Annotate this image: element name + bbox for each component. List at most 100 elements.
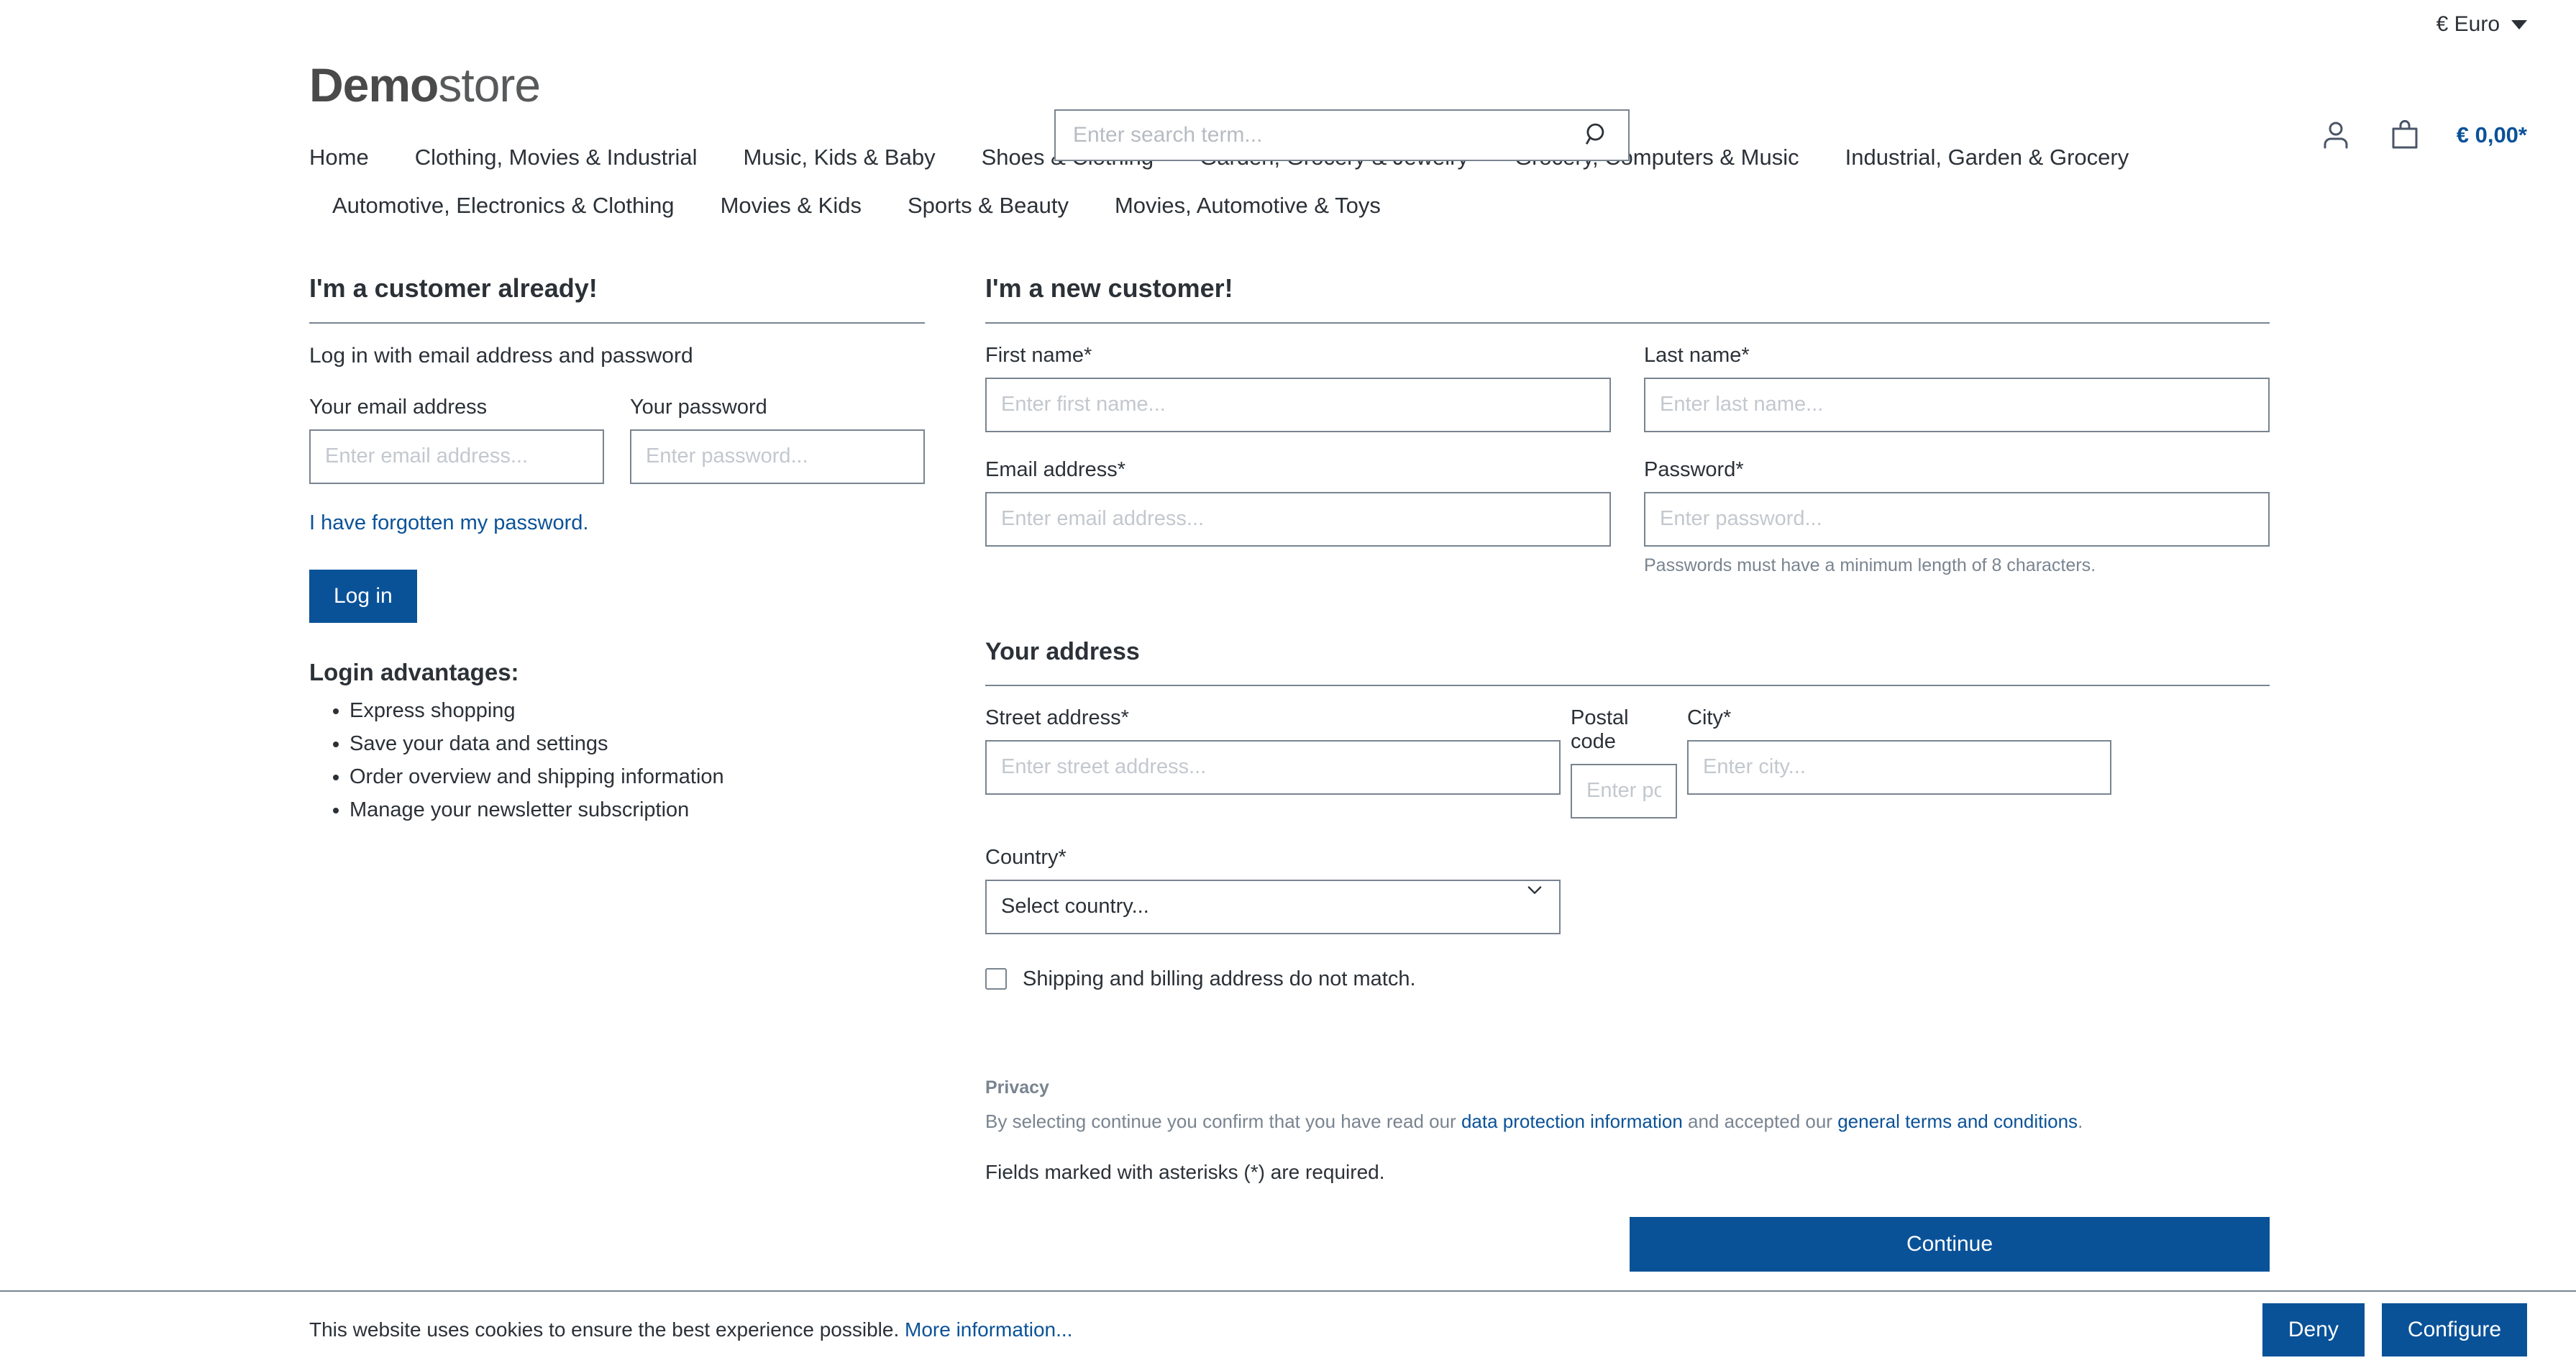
login-password-label: Your password [630, 395, 767, 419]
login-email-label: Your email address [309, 395, 488, 419]
country-group: Country* Select country... [985, 846, 1561, 934]
list-item: Save your data and settings [350, 732, 925, 756]
login-email-input[interactable] [309, 429, 604, 484]
data-protection-link[interactable]: data protection information [1461, 1111, 1683, 1132]
register-title: I'm a new customer! [985, 273, 1233, 303]
nav-item-home[interactable]: Home [309, 134, 392, 182]
currency-label: € Euro [2436, 12, 2500, 36]
site-header: Demostore € 0,00* [0, 49, 2576, 161]
last-name-label: Last name* [1644, 343, 1750, 367]
account-person-icon[interactable] [2319, 118, 2353, 152]
logo-bold-part: Demo [309, 58, 439, 111]
shipping-mismatch-row: Shipping and billing address do not matc… [985, 967, 2270, 991]
last-name-group: Last name* [1644, 344, 2270, 432]
cookie-buttons: Deny Configure [2262, 1303, 2527, 1356]
login-password-group: Your password [630, 396, 925, 484]
street-group: Street address* [985, 706, 1561, 818]
login-fields-row: Your email address Your password [309, 396, 925, 484]
privacy-middle: and accepted our [1682, 1110, 1838, 1132]
last-name-input[interactable] [1644, 377, 2270, 432]
topbar: € Euro [0, 0, 2576, 49]
nav-item-industrial-garden-grocery[interactable]: Industrial, Garden & Grocery [1822, 134, 2152, 182]
chevron-down-icon [2511, 19, 2527, 29]
register-password-input[interactable] [1644, 491, 2270, 547]
address-row: Street address* Postal code City* [985, 706, 2270, 818]
search-input[interactable] [1072, 122, 1582, 148]
country-select[interactable]: Select country... [985, 879, 1561, 934]
first-name-label: First name* [985, 343, 1092, 367]
continue-button[interactable]: Continue [1630, 1217, 2270, 1272]
continue-row: Continue [985, 1217, 2270, 1272]
login-email-group: Your email address [309, 396, 604, 484]
nav-item-movies-kids[interactable]: Movies & Kids [698, 182, 885, 230]
cookie-consent-bar: This website uses cookies to ensure the … [0, 1290, 2576, 1368]
login-subtitle: Log in with email address and password [309, 343, 693, 368]
header-actions: € 0,00* [2319, 109, 2527, 161]
search-box[interactable] [1054, 109, 1630, 161]
city-input[interactable] [1687, 739, 2111, 795]
street-label: Street address* [985, 706, 1129, 729]
privacy-prefix: By selecting continue you confirm that y… [985, 1110, 1461, 1132]
login-button[interactable]: Log in [309, 569, 417, 623]
list-item: Express shopping [350, 699, 925, 723]
cookie-configure-button[interactable]: Configure [2381, 1303, 2527, 1356]
register-name-row: First name* Last name* [985, 344, 2270, 432]
country-selected-value: Select country... [1001, 895, 1149, 918]
register-email-input[interactable] [985, 491, 1611, 547]
search-area [1054, 109, 1630, 161]
shopping-bag-icon[interactable] [2388, 118, 2422, 152]
street-input[interactable] [985, 739, 1561, 795]
first-name-input[interactable] [985, 377, 1611, 432]
login-divider [309, 322, 925, 324]
postal-input[interactable] [1571, 763, 1677, 818]
forgot-password-link[interactable]: I have forgotten my password. [309, 511, 588, 535]
register-password-label: Password* [1644, 457, 1744, 481]
postal-group: Postal code [1571, 706, 1677, 818]
first-name-group: First name* [985, 344, 1611, 432]
nav-item-clothing-movies-industrial[interactable]: Clothing, Movies & Industrial [392, 134, 721, 182]
privacy-suffix: . [2078, 1110, 2083, 1132]
list-item: Order overview and shipping information [350, 765, 925, 789]
nav-item-automotive-electronics-clothing[interactable]: Automotive, Electronics & Clothing [309, 182, 698, 230]
login-advantages-title: Login advantages: [309, 658, 519, 685]
city-label: City* [1687, 706, 1732, 729]
privacy-heading: Privacy [985, 1077, 1049, 1098]
terms-conditions-link[interactable]: general terms and conditions [1837, 1111, 2078, 1132]
chevron-down-icon [1527, 886, 1542, 894]
search-icon[interactable] [1582, 120, 1612, 150]
cookie-message-text: This website uses cookies to ensure the … [309, 1318, 900, 1341]
register-email-label: Email address* [985, 457, 1126, 481]
required-fields-note: Fields marked with asterisks (*) are req… [985, 1161, 1385, 1184]
cookie-message: This website uses cookies to ensure the … [309, 1318, 1072, 1341]
address-divider [985, 684, 2270, 686]
currency-selector[interactable]: € Euro [2436, 12, 2527, 37]
login-panel: I'm a customer already! Log in with emai… [309, 273, 925, 1272]
cookie-deny-button[interactable]: Deny [2262, 1303, 2365, 1356]
main-content: I'm a customer already! Log in with emai… [0, 230, 2576, 1272]
register-credentials-row: Email address* Password* Passwords must … [985, 458, 2270, 576]
nav-item-sports-beauty[interactable]: Sports & Beauty [885, 182, 1092, 230]
list-item: Manage your newsletter subscription [350, 798, 925, 822]
cookie-more-information-link[interactable]: More information... [905, 1318, 1072, 1341]
login-password-input[interactable] [630, 429, 925, 484]
nav-item-movies-automotive-toys[interactable]: Movies, Automotive & Toys [1092, 182, 1404, 230]
login-title: I'm a customer already! [309, 273, 598, 303]
register-divider [985, 322, 2270, 324]
privacy-text: By selecting continue you confirm that y… [985, 1108, 2270, 1136]
address-section-title: Your address [985, 637, 1140, 665]
password-hint: Passwords must have a minimum length of … [1644, 555, 2096, 575]
cart-total[interactable]: € 0,00* [2457, 122, 2527, 148]
nav-item-music-kids-baby[interactable]: Music, Kids & Baby [721, 134, 959, 182]
country-label: Country* [985, 845, 1067, 869]
city-group: City* [1687, 706, 2111, 818]
postal-label: Postal code [1571, 706, 1629, 753]
logo-light-part: store [438, 58, 541, 111]
register-password-group: Password* Passwords must have a minimum … [1644, 458, 2270, 576]
page-root: € Euro Demostore Enter search term... € … [0, 0, 2576, 1368]
shipping-mismatch-checkbox[interactable] [985, 968, 1007, 990]
site-logo[interactable]: Demostore [309, 58, 541, 111]
register-email-group: Email address* [985, 458, 1611, 576]
register-panel: I'm a new customer! First name* Last nam… [985, 273, 2270, 1272]
login-advantages-list: Express shopping Save your data and sett… [309, 699, 925, 822]
shipping-mismatch-label: Shipping and billing address do not matc… [1023, 967, 1416, 990]
